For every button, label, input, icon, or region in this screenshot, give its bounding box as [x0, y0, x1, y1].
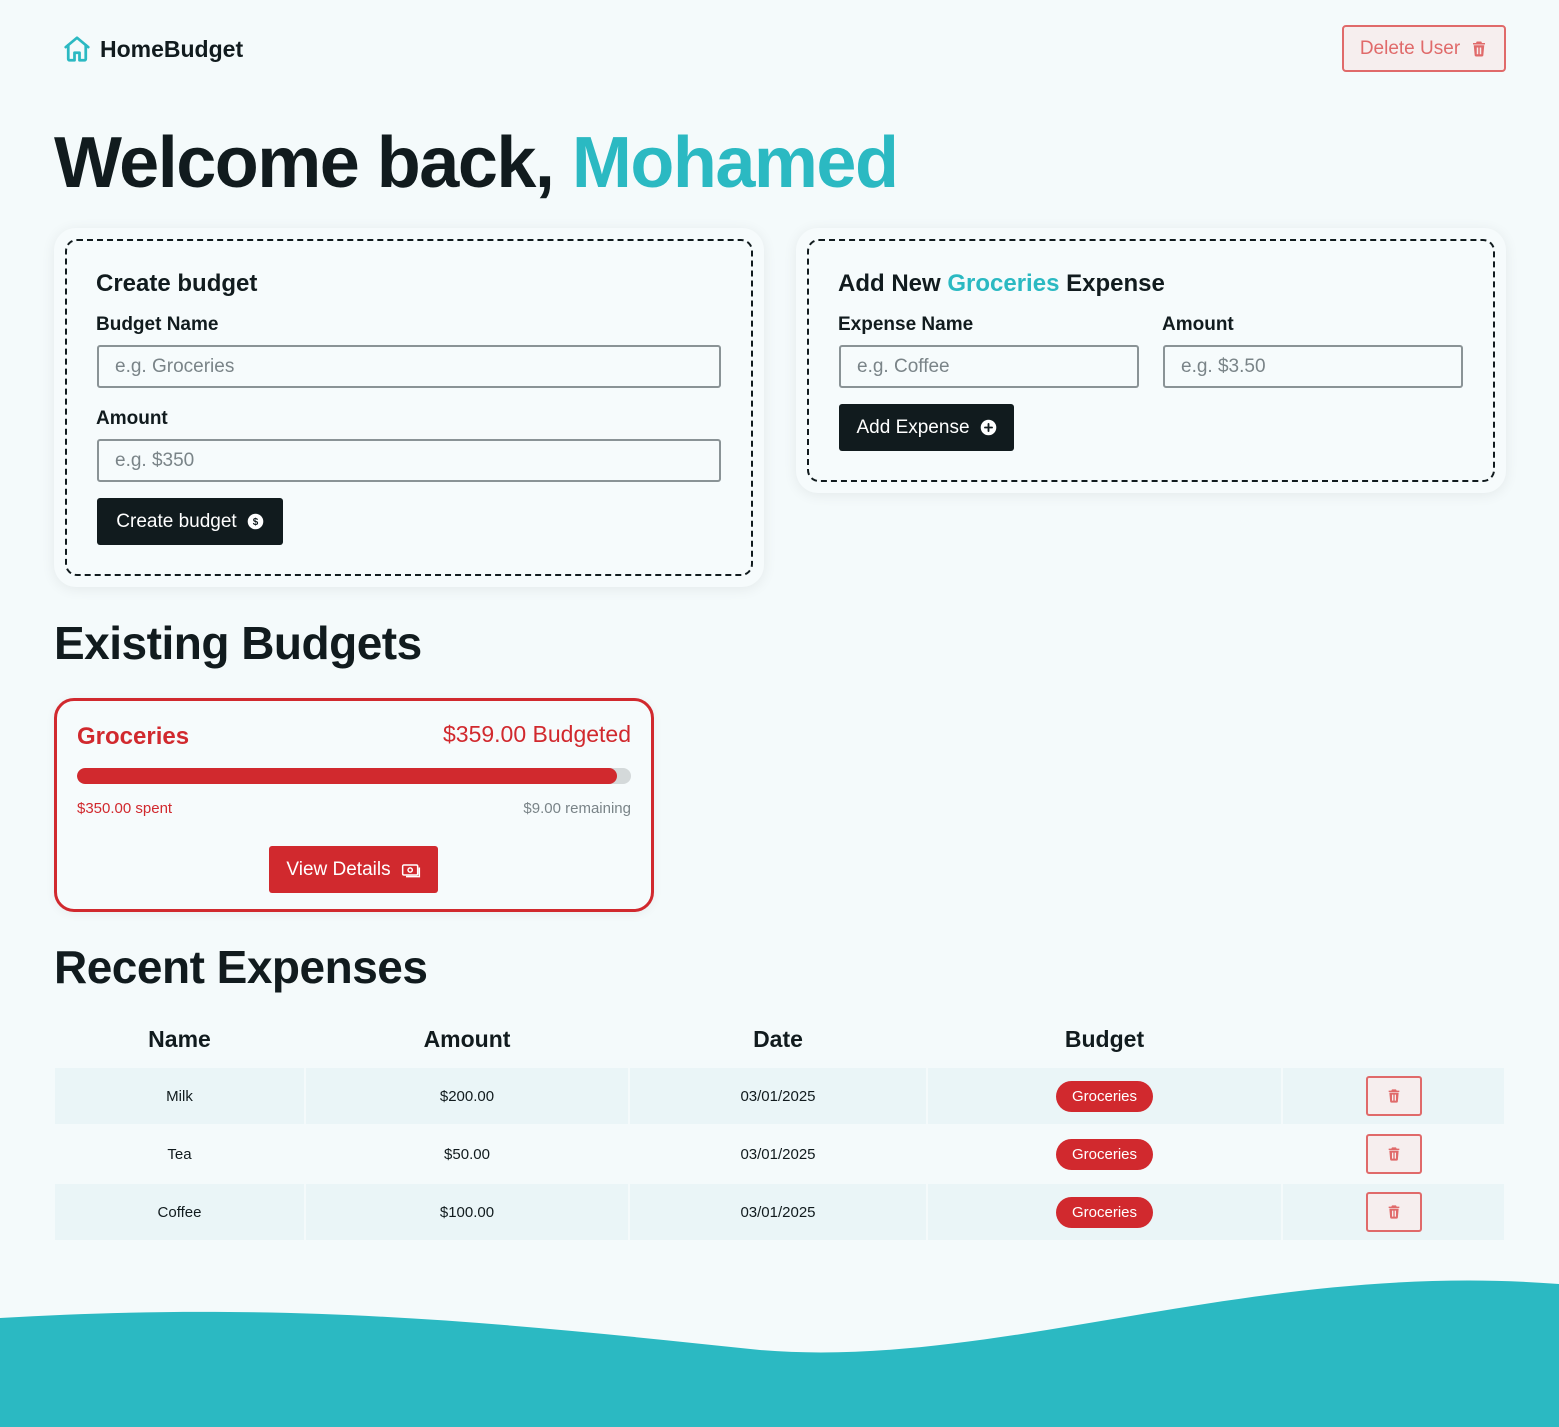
view-details-label: View Details — [286, 858, 391, 880]
cell-date: 03/01/2025 — [630, 1184, 926, 1240]
delete-expense-button[interactable] — [1365, 1134, 1422, 1174]
budget-card: Groceries $359.00 Budgeted $350.00 spent… — [54, 698, 654, 912]
user-name: Mohamed — [571, 123, 899, 203]
budget-card-name: Groceries — [77, 723, 190, 750]
table-header: Name Amount Date Budget — [55, 1018, 1504, 1068]
create-budget-button-label: Create budget — [116, 510, 237, 532]
budget-amount-label: Amount — [96, 408, 168, 429]
plus-circle-icon — [980, 419, 996, 436]
house-icon — [64, 36, 90, 62]
cell-name: Milk — [55, 1068, 304, 1124]
expense-name-input[interactable] — [839, 345, 1139, 388]
recent-expenses-title: Recent Expenses — [54, 941, 428, 993]
logo-link[interactable]: HomeBudget — [62, 34, 243, 64]
cell-actions — [1283, 1068, 1504, 1124]
budget-link[interactable]: Groceries — [1055, 1196, 1154, 1228]
create-budget-form: Create budget Budget Name Amount Create … — [65, 239, 753, 576]
trash-icon — [1388, 1089, 1399, 1103]
table-row: Milk $200.00 03/01/2025 Groceries — [55, 1068, 1504, 1126]
add-expense-button-label: Add Expense — [856, 416, 970, 438]
budget-link[interactable]: Groceries — [1055, 1080, 1154, 1112]
cell-actions — [1283, 1126, 1504, 1182]
delete-expense-button[interactable] — [1365, 1192, 1422, 1232]
budget-card-remaining: $9.00 remaining — [523, 800, 631, 817]
create-budget-button[interactable]: Create budget $ — [97, 498, 283, 545]
create-budget-title: Create budget — [96, 270, 258, 297]
trash-icon — [1388, 1205, 1399, 1219]
expenses-table: Name Amount Date Budget Milk $200.00 03/… — [55, 1018, 1504, 1242]
add-expense-title-prefix: Add New — [838, 270, 941, 297]
cell-name: Tea — [167, 1145, 192, 1163]
budget-name-label: Budget Name — [96, 314, 219, 335]
existing-budgets-title: Existing Budgets — [54, 617, 422, 669]
cell-amount: $200.00 — [306, 1068, 628, 1124]
cell-date: 03/01/2025 — [740, 1145, 816, 1163]
expense-amount-label: Amount — [1162, 314, 1234, 335]
column-header-name: Name — [148, 1026, 211, 1052]
add-expense-button[interactable]: Add Expense — [839, 404, 1014, 451]
add-expense-card: Add New Groceries Expense Expense Name A… — [796, 228, 1506, 493]
column-header-budget: Budget — [1064, 1026, 1145, 1052]
table-row: Tea $50.00 03/01/2025 Groceries — [55, 1126, 1504, 1184]
delete-user-button[interactable]: Delete User — [1342, 25, 1506, 72]
create-budget-card: Create budget Budget Name Amount Create … — [54, 228, 764, 587]
cell-actions — [1283, 1184, 1504, 1240]
budget-card-budgeted: $359.00 Budgeted — [442, 721, 631, 747]
add-expense-title-suffix: Expense — [1066, 270, 1165, 297]
view-details-button[interactable]: View Details — [269, 846, 438, 893]
welcome-heading: Welcome back, Mohamed — [54, 118, 899, 208]
app-name: HomeBudget — [100, 35, 244, 62]
trash-icon — [1388, 1147, 1399, 1161]
cell-budget: Groceries — [928, 1068, 1281, 1124]
dollar-circle-icon: $ — [247, 513, 263, 530]
budget-card-spent: $350.00 spent — [77, 800, 173, 817]
budget-progress-bar — [77, 768, 631, 784]
cell-amount: $50.00 — [444, 1145, 490, 1163]
table-row: Coffee $100.00 03/01/2025 Groceries — [55, 1184, 1504, 1242]
cell-date: 03/01/2025 — [630, 1068, 926, 1124]
add-expense-title-budget: Groceries — [947, 270, 1060, 297]
trash-icon — [1473, 41, 1486, 57]
cell-amount: $100.00 — [306, 1184, 628, 1240]
add-expense-form: Add New Groceries Expense Expense Name A… — [807, 239, 1495, 482]
budget-name-input[interactable] — [97, 345, 721, 388]
top-nav: HomeBudget Delete User — [0, 0, 1559, 96]
expense-amount-input[interactable] — [1163, 345, 1463, 388]
banknote-icon — [401, 863, 420, 877]
footer-wave — [0, 1280, 1559, 1427]
budget-link[interactable]: Groceries — [1055, 1138, 1154, 1170]
budget-amount-input[interactable] — [97, 439, 721, 482]
delete-expense-button[interactable] — [1365, 1076, 1422, 1116]
budget-progress-fill — [77, 768, 618, 784]
cell-name: Coffee — [55, 1184, 304, 1240]
cell-budget: Groceries — [928, 1126, 1281, 1182]
column-header-date: Date — [753, 1026, 803, 1052]
delete-user-label: Delete User — [1359, 37, 1461, 59]
expense-name-label: Expense Name — [838, 314, 974, 335]
welcome-prefix: Welcome back, — [54, 123, 555, 203]
column-header-amount: Amount — [423, 1026, 511, 1052]
add-expense-title: Add New Groceries Expense — [838, 270, 1165, 298]
svg-text:$: $ — [252, 517, 258, 528]
cell-budget: Groceries — [928, 1184, 1281, 1240]
